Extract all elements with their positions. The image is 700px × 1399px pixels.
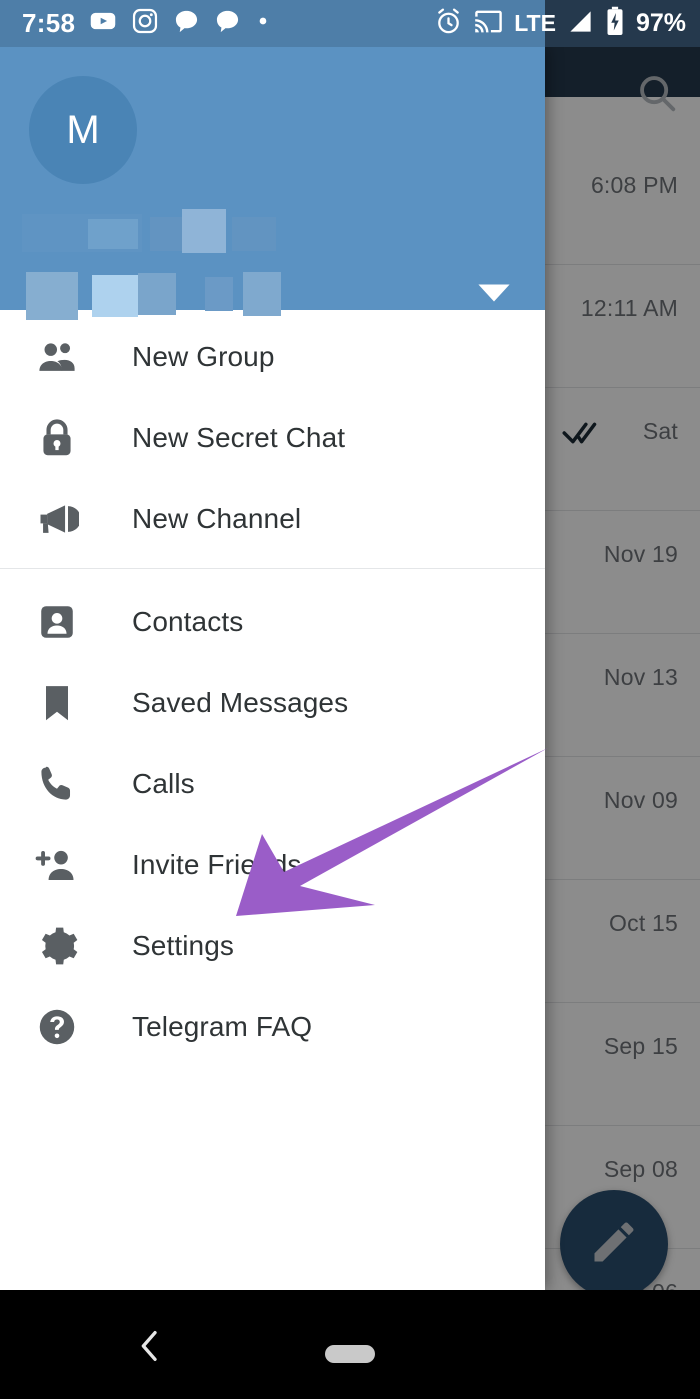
- drawer-item-label: Telegram FAQ: [132, 1010, 313, 1042]
- avatar[interactable]: M: [29, 76, 137, 184]
- instagram-icon: [131, 7, 159, 40]
- signal-icon: [567, 8, 594, 40]
- phone-screen: 6:08 PM12:11 AMtus/10…SatNov 19Nov 13Nov…: [0, 0, 700, 1399]
- megaphone-icon: [30, 492, 84, 546]
- drawer-item-contacts[interactable]: Contacts: [0, 581, 545, 662]
- account-name-redacted: [182, 209, 226, 253]
- drawer-item-settings[interactable]: Settings: [0, 905, 545, 986]
- chevron-down-icon[interactable]: [477, 283, 511, 303]
- account-phone-redacted: [138, 273, 176, 315]
- cast-icon: [474, 7, 503, 41]
- status-bar-right: LTE 97%: [434, 0, 686, 47]
- dot-icon: [255, 13, 271, 34]
- avatar-initial: M: [66, 107, 100, 152]
- system-nav-bar: [0, 1290, 700, 1399]
- drawer-item-saved-messages[interactable]: Saved Messages: [0, 662, 545, 743]
- drawer-item-new-secret-chat[interactable]: New Secret Chat: [0, 397, 545, 478]
- account-phone-redacted: [243, 272, 281, 316]
- phone-icon: [30, 757, 84, 811]
- menu-divider: [0, 568, 545, 569]
- battery-charging-icon: [605, 6, 625, 41]
- status-bar: 7:58 LTE 97%: [0, 0, 700, 47]
- drawer-item-new-channel[interactable]: New Channel: [0, 478, 545, 559]
- drawer-menu: New Group New Secret Chat New Channel Conta…: [0, 310, 545, 1067]
- bookmark-icon: [30, 676, 84, 730]
- drawer-item-telegram-faq[interactable]: Telegram FAQ: [0, 986, 545, 1067]
- drawer-item-label: New Secret Chat: [132, 421, 346, 453]
- navigation-drawer: M New Group New Secret Chat New Channel Con…: [0, 47, 545, 1290]
- drawer-item-label: New Group: [132, 340, 275, 372]
- home-pill-icon[interactable]: [325, 1345, 375, 1363]
- lock-icon: [30, 411, 84, 465]
- account-phone-redacted: [92, 275, 138, 317]
- youtube-icon: [89, 7, 117, 40]
- person-add-icon: [30, 838, 84, 892]
- drawer-item-calls[interactable]: Calls: [0, 743, 545, 824]
- drawer-item-label: Saved Messages: [132, 686, 349, 718]
- back-chevron-icon[interactable]: [130, 1326, 170, 1366]
- battery-percent-label: 97%: [635, 9, 686, 37]
- drawer-item-new-group[interactable]: New Group: [0, 316, 545, 397]
- chat-bubble-icon: [214, 8, 241, 40]
- drawer-header[interactable]: M: [0, 47, 545, 320]
- drawer-item-invite-friends[interactable]: Invite Friends: [0, 824, 545, 905]
- account-name-redacted: [232, 217, 276, 251]
- chat-bubble-icon: [173, 8, 200, 40]
- drawer-item-label: Settings: [132, 929, 234, 961]
- drawer-item-label: Invite Friends: [132, 848, 302, 880]
- help-circle-icon: [30, 1000, 84, 1054]
- account-phone-redacted: [26, 272, 78, 320]
- drawer-item-label: Calls: [132, 767, 195, 799]
- account-name-redacted: [88, 219, 138, 249]
- network-type-label: LTE: [514, 10, 556, 36]
- drawer-item-label: New Channel: [132, 502, 302, 534]
- account-phone-redacted: [205, 277, 233, 311]
- group-icon: [30, 330, 84, 384]
- gear-icon: [30, 919, 84, 973]
- contact-card-icon: [30, 595, 84, 649]
- status-bar-clock: 7:58: [22, 8, 76, 38]
- alarm-icon: [434, 7, 463, 41]
- drawer-item-label: Contacts: [132, 605, 244, 637]
